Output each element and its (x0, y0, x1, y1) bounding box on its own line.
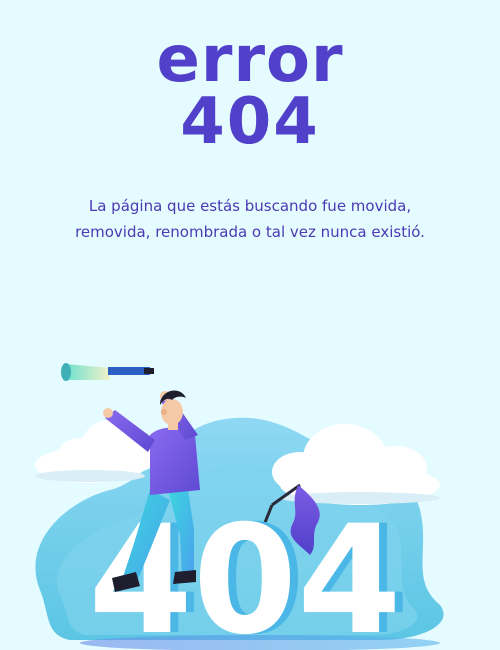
page-title: error 404 (0, 28, 500, 154)
error-heading: error (156, 23, 344, 97)
lost-explorer-illustration: 404 404 (35, 363, 444, 650)
error-message: La página que estás buscando fue movida,… (75, 197, 425, 241)
error-404-page: error 404 La página que estás buscando f… (0, 0, 500, 650)
error-code-heading: 404 (180, 85, 320, 159)
telescope (61, 363, 154, 381)
